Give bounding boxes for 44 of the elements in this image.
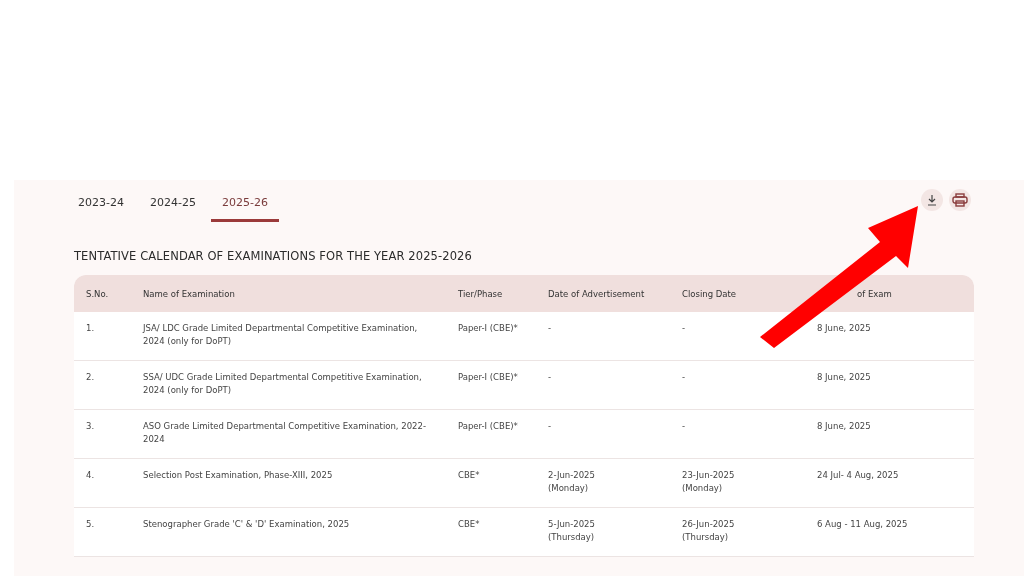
table-cell: SSA/ UDC Grade Limited Departmental Competitive Examination, 2024 (only for DoPT) (143, 372, 422, 395)
column-header: S.No. (85, 288, 110, 299)
year-tab[interactable]: 2024-25 (138, 194, 207, 222)
table-cell: Stenographer Grade 'C' & 'D' Examination, 2025 (143, 519, 350, 529)
table-cell: - (548, 421, 552, 431)
table-cell: 8 June, 2025 (817, 421, 871, 431)
table-cell: 6 Aug - 11 Aug, 2025 (817, 519, 908, 529)
calendar-title: TENTATIVE CALENDAR OF EXAMINATIONS FOR THE YEAR 2025-2026 (74, 249, 473, 263)
column-header: Closing Date (681, 288, 738, 299)
table-cell: CBE* (458, 519, 480, 529)
table-cell: - (682, 323, 686, 333)
table-cell: - (682, 372, 686, 382)
table-cell: 4. (86, 470, 95, 480)
column-header: Name of Examination (142, 288, 236, 299)
table-cell: 8 June, 2025 (817, 372, 871, 382)
table-cell: 1. (86, 323, 95, 333)
column-header: of Exam (856, 288, 893, 299)
table-cell: 3. (86, 421, 95, 431)
download-icon (926, 194, 938, 206)
column-header: Tier/Phase (457, 288, 504, 299)
table-cell: ASO Grade Limited Departmental Competitive Examination, 2022-2024 (143, 421, 426, 444)
column-header: Date of Advertisement (547, 288, 646, 299)
table-cell: Selection Post Examination, Phase-XIII, 2025 (143, 470, 333, 480)
print-button[interactable] (949, 189, 971, 211)
table-cell: JSA/ LDC Grade Limited Departmental Competitive Examination, 2024 (only for DoPT) (143, 323, 418, 346)
table-cell: 5-Jun-2025 (Thursday) (548, 519, 595, 542)
year-tab[interactable]: 2023-24 (74, 194, 135, 222)
table-cell: 2-Jun-2025 (Monday) (548, 470, 595, 493)
table-cell: 2. (86, 372, 95, 382)
table-cell: 24 Jul- 4 Aug, 2025 (817, 470, 899, 480)
table-cell: CBE* (458, 470, 480, 480)
table-cell: 8 June, 2025 (817, 323, 871, 333)
printer-icon (952, 193, 968, 207)
table-cell: 23-Jun-2025 (Monday) (682, 470, 735, 493)
table-cell: 26-Jun-2025 (Thursday) (682, 519, 735, 542)
table-cell: Paper-I (CBE)* (458, 372, 518, 382)
table-cell: - (682, 421, 686, 431)
table-cell: Paper-I (CBE)* (458, 421, 518, 431)
table-cell: - (548, 323, 552, 333)
table-cell: - (548, 372, 552, 382)
download-button[interactable] (921, 189, 943, 211)
table-cell: 5. (86, 519, 95, 529)
year-tab[interactable]: 2025-26 (210, 194, 279, 222)
table-cell: Paper-I (CBE)* (458, 323, 518, 333)
